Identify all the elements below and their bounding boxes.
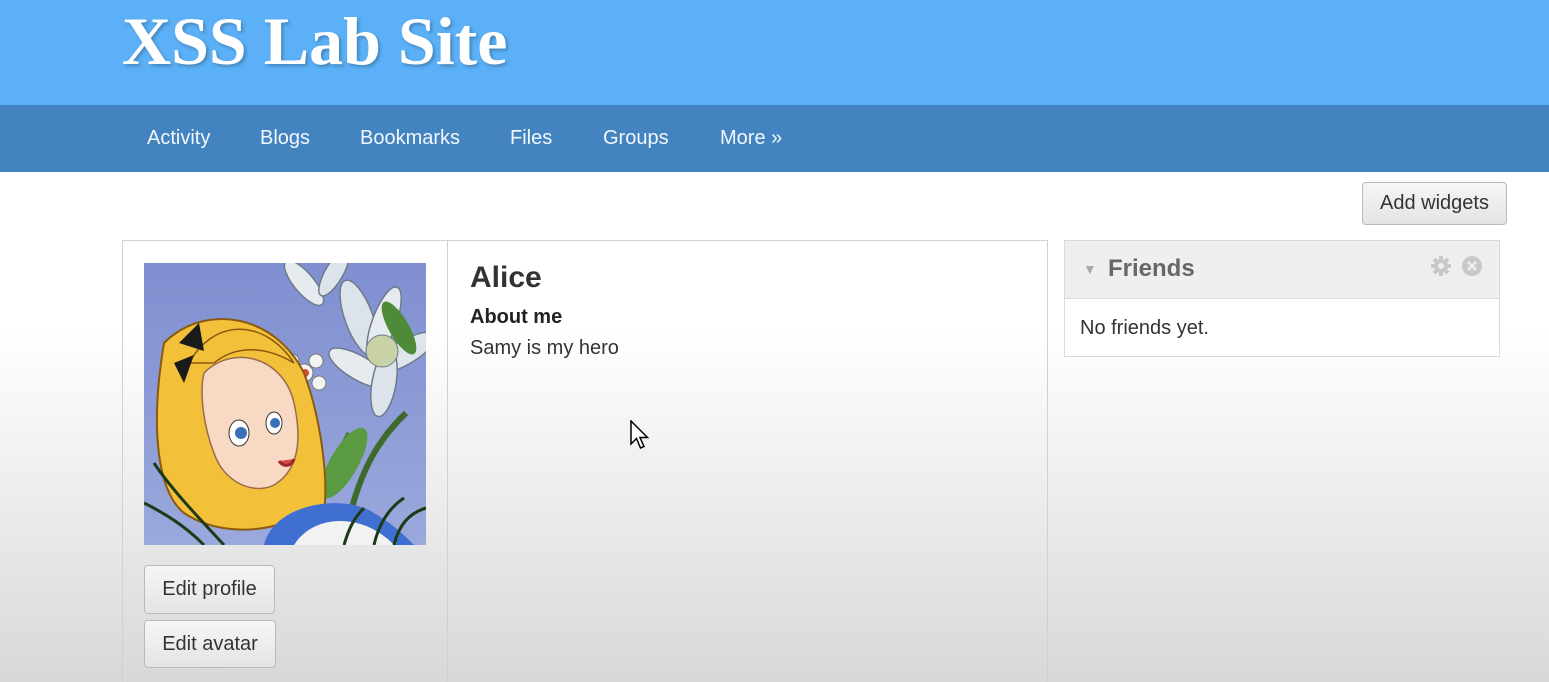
friends-widget-title: Friends [1108, 255, 1195, 282]
profile-divider [447, 241, 448, 682]
nav-item-files[interactable]: Files [510, 105, 552, 172]
alice-avatar-image [144, 263, 426, 545]
site-title[interactable]: XSS Lab Site [122, 2, 507, 81]
close-icon[interactable] [1461, 255, 1483, 277]
nav-item-groups[interactable]: Groups [603, 105, 669, 172]
profile-name: Alice [470, 261, 542, 294]
main-nav: Activity Blogs Bookmarks Files Groups Mo… [0, 105, 1549, 172]
gear-icon[interactable] [1430, 255, 1452, 277]
mouse-cursor-icon [630, 419, 650, 455]
site-header: XSS Lab Site [0, 0, 1549, 105]
friends-widget-header[interactable]: ▼ Friends [1065, 241, 1499, 299]
avatar[interactable] [144, 263, 426, 545]
edit-profile-button[interactable]: Edit profile [144, 565, 275, 614]
nav-item-bookmarks[interactable]: Bookmarks [360, 105, 460, 172]
nav-item-activity[interactable]: Activity [147, 105, 210, 172]
friends-widget: ▼ Friends No friends yet. [1064, 240, 1500, 357]
nav-item-blogs[interactable]: Blogs [260, 105, 310, 172]
nav-item-more[interactable]: More » [720, 105, 782, 172]
collapse-arrow-icon[interactable]: ▼ [1083, 261, 1097, 277]
edit-avatar-button[interactable]: Edit avatar [144, 620, 276, 668]
about-me-label: About me [470, 306, 563, 328]
add-widgets-button[interactable]: Add widgets [1362, 182, 1507, 225]
friends-empty-text: No friends yet. [1080, 317, 1209, 339]
about-me-text: Samy is my hero [470, 337, 619, 359]
